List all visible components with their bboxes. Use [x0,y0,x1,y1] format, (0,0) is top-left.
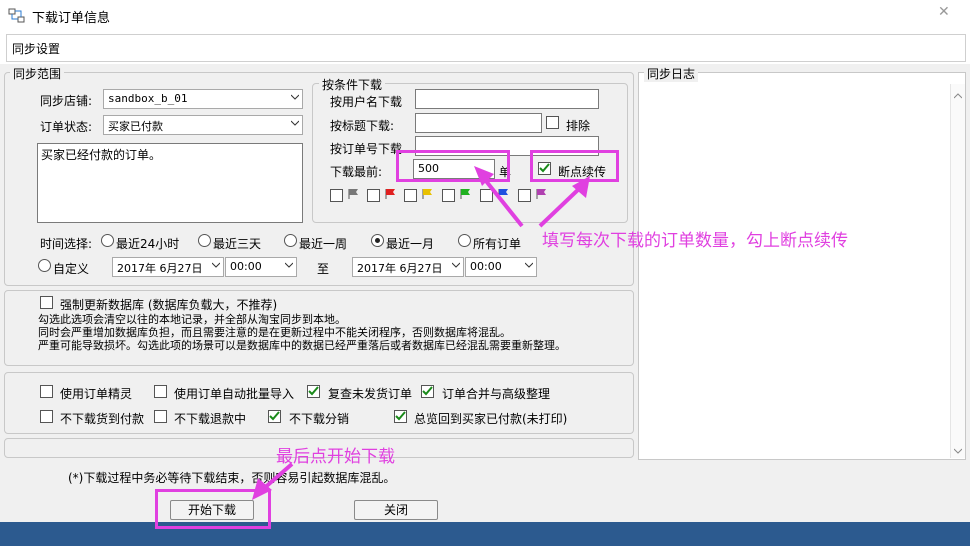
by-user-label: 按用户名下载 [330,95,403,109]
start-time-picker[interactable]: 00:00 [225,257,297,277]
radio-3days[interactable] [198,234,211,247]
annotation-fill-count: 填写每次下载的订单数量，勾上断点续传 [542,231,848,251]
end-date-value: 2017年 6月27日 [357,262,443,275]
chevron-down-icon [291,93,299,101]
time-label: 时间选择: [40,237,93,251]
chevron-down-icon [452,261,460,269]
recent-label: 下载最前: [330,165,383,179]
force-desc-3: 严重可能导致损坏。勾选此项的场景可以是数据库中的数据已经严重落后或者数据库已经混… [38,339,566,352]
store-label: 同步店铺: [40,94,93,108]
flag-checkbox[interactable] [442,189,455,202]
scroll-up-icon[interactable] [951,88,964,99]
flag-checkbox[interactable] [404,189,417,202]
force-update-checkbox[interactable] [40,296,53,309]
skip-cod-label: 不下载货到付款 [60,412,145,426]
tab-strip [6,34,966,62]
recheck-unshipped-checkbox[interactable] [307,385,320,398]
chevron-down-icon [291,119,299,127]
status-bar [0,522,970,546]
chevron-down-icon [212,261,220,269]
overview-paid-checkbox[interactable] [394,410,407,423]
skip-distribution-checkbox[interactable] [268,410,281,423]
sync-scope-title: 同步范围 [10,65,65,82]
radio-24h[interactable] [101,234,114,247]
end-time-picker[interactable]: 00:00 [465,257,537,277]
flag-red-icon [384,188,396,200]
by-title-label: 按标题下载: [330,119,395,133]
skip-cod-checkbox[interactable] [40,410,53,423]
close-icon[interactable]: ✕ [938,4,950,20]
flag-yellow-icon [421,188,433,200]
sync-log-title: 同步日志 [644,65,699,82]
by-user-input[interactable] [415,89,599,109]
scroll-down-icon[interactable] [951,443,964,454]
order-wizard-label: 使用订单精灵 [60,387,133,401]
tab-sync-settings[interactable]: 同步设置 [12,40,60,57]
app-icon [8,8,26,24]
radio-month[interactable] [371,234,384,247]
auto-import-label: 使用订单自动批量导入 [174,387,295,401]
flag-checkbox[interactable] [367,189,380,202]
radio-month-label: 最近一月 [386,237,435,251]
overview-paid-label: 总览回到买家已付款(未打印) [414,412,568,426]
conditions-title: 按条件下载 [319,76,386,93]
flag-gray-icon [347,188,359,200]
status-select[interactable]: 买家已付款 [103,115,303,135]
annotation-start: 最后点开始下载 [276,447,395,467]
skip-distribution-label: 不下载分销 [289,412,350,426]
radio-24h-label: 最近24小时 [116,237,180,251]
store-value: sandbox_b_01 [108,92,188,105]
title-bar [0,0,970,32]
start-date-picker[interactable]: 2017年 6月27日 [112,257,224,277]
end-date-picker[interactable]: 2017年 6月27日 [352,257,464,277]
exclude-label: 排除 [566,119,591,133]
end-time-value: 00:00 [470,260,502,273]
radio-3days-label: 最近三天 [213,237,262,251]
by-title-input[interactable] [415,113,542,133]
order-wizard-checkbox[interactable] [40,385,53,398]
chevron-down-icon [285,261,293,269]
download-note: (*)下载过程中务必等待下载结束，否则容易引起数据库混乱。 [68,471,396,485]
skip-refund-label: 不下载退款中 [174,412,247,426]
exclude-checkbox[interactable] [546,116,559,129]
merge-orders-checkbox[interactable] [421,385,434,398]
by-order-label: 按订单号下载 [330,142,403,156]
radio-week[interactable] [284,234,297,247]
radio-week-label: 最近一周 [299,237,348,251]
status-value: 买家已付款 [108,120,163,133]
store-select[interactable]: sandbox_b_01 [103,89,303,109]
status-label: 订单状态: [40,120,93,134]
log-scrollbar[interactable] [950,84,965,458]
start-time-value: 00:00 [230,260,262,273]
skip-refund-checkbox[interactable] [154,410,167,423]
close-button[interactable]: 关闭 [354,500,438,520]
flag-checkbox[interactable] [330,189,343,202]
recheck-unshipped-label: 复查未发货订单 [328,387,413,401]
auto-import-checkbox[interactable] [154,385,167,398]
status-description[interactable]: 买家已经付款的订单。 [37,143,303,223]
window-title: 下载订单信息 [32,11,111,26]
radio-custom[interactable] [38,259,51,272]
chevron-down-icon [525,261,533,269]
merge-orders-label: 订单合并与高级整理 [442,387,551,401]
to-label: 至 [317,262,330,276]
start-date-value: 2017年 6月27日 [117,262,203,275]
radio-custom-label: 自定义 [53,262,90,276]
sync-log-panel [638,72,966,460]
